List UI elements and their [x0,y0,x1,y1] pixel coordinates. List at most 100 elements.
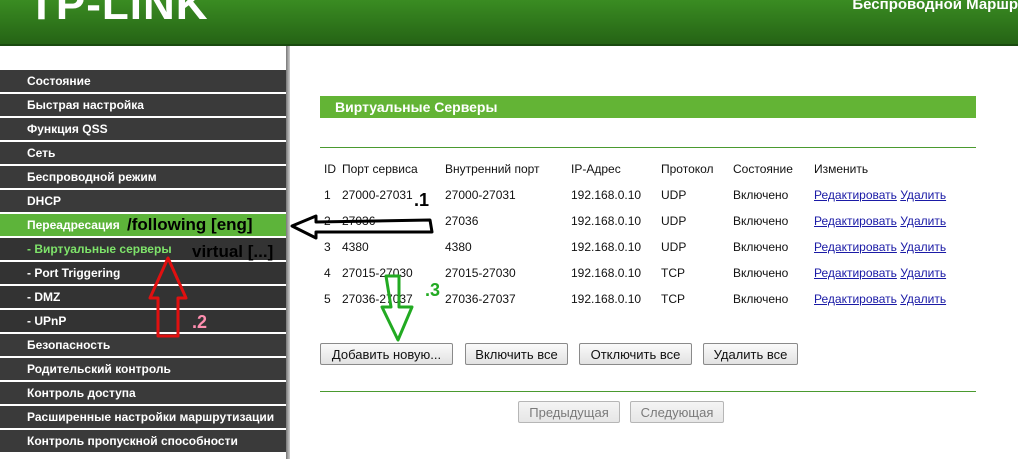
annotation-following-eng: /following [eng] [127,215,253,234]
column-header-protocol: Протокол [661,162,714,176]
column-header-id: ID [324,162,336,176]
column-header-ip: IP-Адрес [571,162,621,176]
sidebar-item[interactable]: Функция QSS [0,118,286,142]
row-id: 3 [324,240,331,254]
sidebar-item[interactable]: - Port Triggering [0,262,286,286]
sidebar-item-label: Сеть [27,146,56,160]
sidebar-item-label: Быстрая настройка [27,98,144,112]
status-cell: Включено [733,214,789,228]
sidebar-item-label: - Port Triggering [27,266,121,280]
sidebar-item[interactable]: Сеть [0,142,286,166]
table-row: 4 27015-27030 27015-27030 192.168.0.10 TCP Вк… [320,260,964,286]
column-header-status: Состояние [733,162,793,176]
sidebar-item-label: Родительский контроль [27,362,171,376]
sidebar-item-label: Функция QSS [27,122,108,136]
sidebar-item-label: Состояние [27,74,91,88]
sidebar-item[interactable]: Контроль пропускной способности [0,430,286,454]
sidebar-item-label: - UPnP [27,314,67,328]
add-new-button[interactable]: Добавить новую... [320,343,453,365]
delete-link[interactable]: Удалить [900,214,946,228]
sidebar-item-label: Расширенные настройки маршрутизации [27,410,275,424]
table-row: 3 4380 4380 192.168.0.10 UDP Включено Редактир… [320,234,964,260]
sidebar-item[interactable]: Родительский контроль [0,358,286,382]
service-port-cell: 4380 [342,240,369,254]
table-row: 2 27036 27036 192.168.0.10 UDP Включено Редакт… [320,208,964,234]
sidebar-item[interactable]: Расширенные настройки маршрутизации [0,406,286,430]
previous-page-button[interactable]: Предыдущая [518,401,620,423]
table-row: 5 27036-27037 27036-27037 192.168.0.10 TCP Вк… [320,286,964,312]
delete-link[interactable]: Удалить [900,188,946,202]
sidebar-item[interactable]: - UPnP [0,310,286,334]
row-id: 5 [324,292,331,306]
sidebar-item[interactable]: - DMZ [0,286,286,310]
internal-port-cell: 27015-27030 [445,266,516,280]
tp-link-logo: TP-LINK [28,0,209,29]
delete-all-button[interactable]: Удалить все [703,343,798,365]
ip-address-cell: 192.168.0.10 [571,240,642,254]
main-content: Виртуальные Серверы ID Порт сервиса Внут… [290,46,1018,459]
table-header-row: ID Порт сервиса Внутренний порт IP-Адрес… [320,156,964,182]
sidebar-item[interactable]: DHCP [0,190,286,214]
ip-address-cell: 192.168.0.10 [571,266,642,280]
next-page-button[interactable]: Следующая [630,401,724,423]
header-bar: TP-LINK Беспроводной Маршр [0,0,1018,46]
delete-link[interactable]: Удалить [900,266,946,280]
sidebar-item-label: Беспроводной режим [27,170,157,184]
edit-link[interactable]: Редактировать [814,188,897,202]
annotation-step-1: .1 [414,190,430,210]
status-cell: Включено [733,266,789,280]
row-actions: Редактировать Удалить [814,286,964,312]
disable-all-button[interactable]: Отключить все [579,343,692,365]
protocol-cell: TCP [661,266,685,280]
status-cell: Включено [733,240,789,254]
ip-address-cell: 192.168.0.10 [571,292,642,306]
status-cell: Включено [733,188,789,202]
service-port-cell: 27036 [342,214,376,228]
internal-port-cell: 27036 [445,214,479,228]
ip-address-cell: 192.168.0.10 [571,214,642,228]
sidebar-item-label: - Виртуальные серверы [27,242,172,256]
sidebar-item-label: Переадресация [27,218,120,232]
row-actions: Редактировать Удалить [814,260,964,286]
protocol-cell: UDP [661,214,687,228]
row-id: 1 [324,188,331,202]
protocol-cell: UDP [661,188,687,202]
internal-port-cell: 27036-27037 [445,292,516,306]
edit-link[interactable]: Редактировать [814,214,897,228]
sidebar-item-label: Контроль доступа [27,386,136,400]
column-header-internal-port: Внутренний порт [445,162,540,176]
protocol-cell: TCP [661,292,685,306]
row-actions: Редактировать Удалить [814,208,964,234]
sidebar-item[interactable]: Состояние [0,70,286,94]
edit-link[interactable]: Редактировать [814,266,897,280]
annotation-step-3: .3 [425,280,441,300]
edit-link[interactable]: Редактировать [814,292,897,306]
annotation-step-2: .2 [192,312,208,332]
annotation-virtual: virtual [...] [192,242,274,261]
virtual-servers-table: ID Порт сервиса Внутренний порт IP-Адрес… [320,156,964,312]
service-port-cell: 27000-27031 [342,188,413,202]
row-id: 2 [324,214,331,228]
sidebar-item[interactable]: Безопасность [0,334,286,358]
internal-port-cell: 27000-27031 [445,188,516,202]
divider [320,147,976,148]
sidebar-item-label: DHCP [27,194,62,208]
row-actions: Редактировать Удалить [814,182,964,208]
column-header-service-port: Порт сервиса [342,162,418,176]
edit-link[interactable]: Редактировать [814,240,897,254]
sidebar-item[interactable]: Контроль доступа [0,382,286,406]
sidebar-item[interactable]: Быстрая настройка [0,94,286,118]
page-title: Виртуальные Серверы [320,96,976,118]
ip-address-cell: 192.168.0.10 [571,188,642,202]
delete-link[interactable]: Удалить [900,292,946,306]
row-actions: Редактировать Удалить [814,234,964,260]
protocol-cell: UDP [661,240,687,254]
column-header-modify: Изменить [814,162,869,176]
header-title: Беспроводной Маршр [852,0,1018,13]
sidebar-item-label: Безопасность [27,338,111,352]
delete-link[interactable]: Удалить [900,240,946,254]
sidebar-item-label: Контроль пропускной способности [27,434,238,448]
status-cell: Включено [733,292,789,306]
sidebar-item[interactable]: Беспроводной режим [0,166,286,190]
enable-all-button[interactable]: Включить все [465,343,568,365]
